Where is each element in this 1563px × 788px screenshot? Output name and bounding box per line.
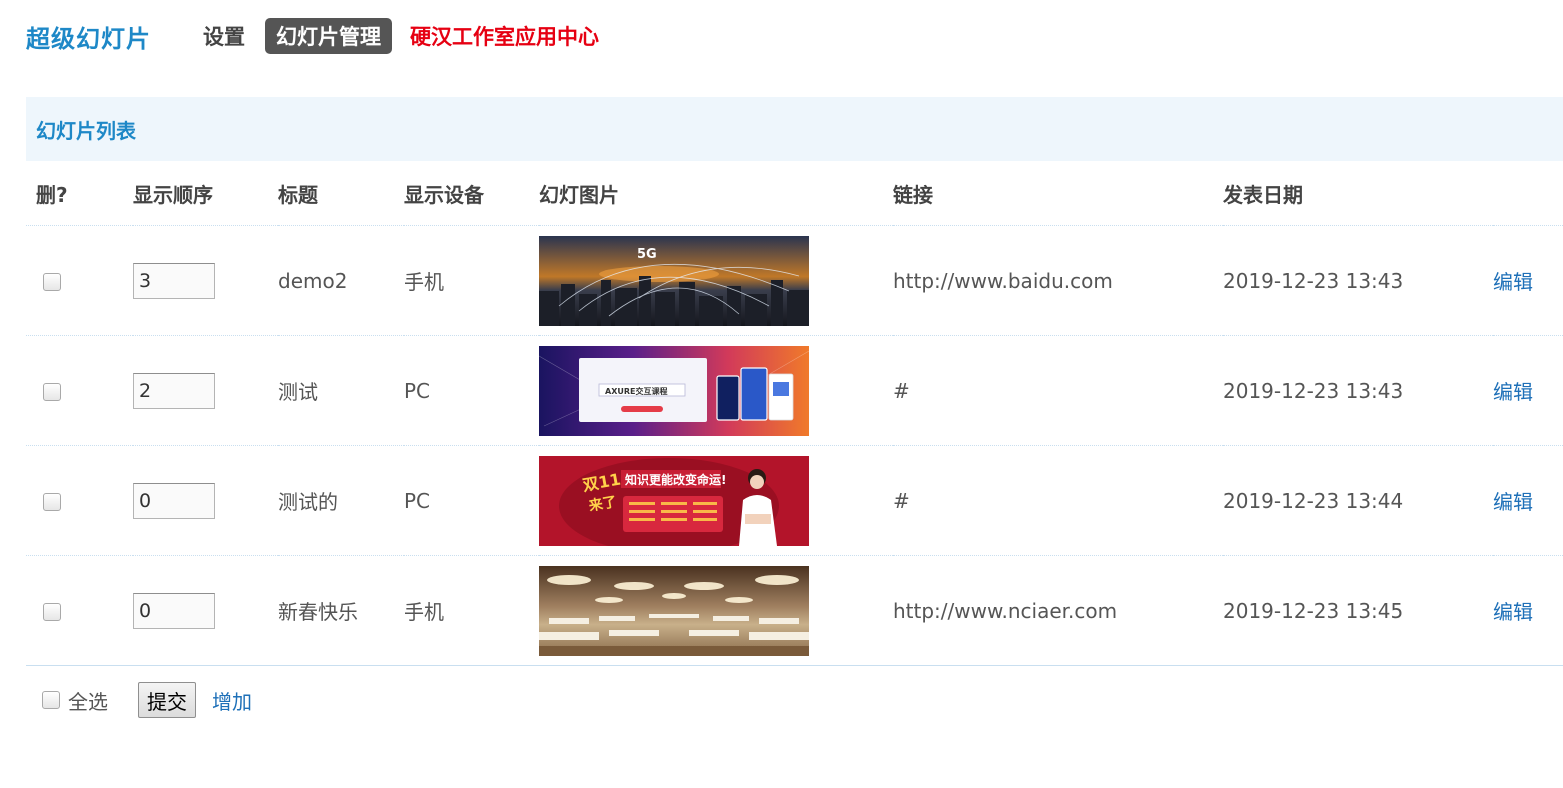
edit-link[interactable]: 编辑 bbox=[1493, 380, 1533, 404]
slide-title: 测试的 bbox=[278, 445, 404, 556]
slide-date: 2019-12-23 13:43 bbox=[1223, 225, 1493, 336]
order-input[interactable] bbox=[133, 592, 215, 629]
panel-header: 幻灯片列表 bbox=[26, 97, 1563, 161]
slide-device: PC bbox=[404, 335, 539, 446]
table-footer: 全选 提交 增加 bbox=[42, 680, 252, 720]
slide-thumbnail-hall[interactable] bbox=[539, 565, 809, 656]
nav-slide-management[interactable]: 幻灯片管理 bbox=[265, 18, 392, 54]
slide-title: demo2 bbox=[278, 225, 404, 336]
table-row: 测试 PC AXURE交互课程 bbox=[26, 335, 1563, 446]
table-row: 测试的 PC 双11 来了 知识更能改变命运! bbox=[26, 445, 1563, 556]
slide-thumbnail-axure[interactable]: AXURE交互课程 bbox=[539, 345, 809, 436]
delete-checkbox[interactable] bbox=[43, 603, 61, 621]
slide-title: 测试 bbox=[278, 335, 404, 446]
table-row: demo2 手机 bbox=[26, 225, 1563, 336]
slide-device: 手机 bbox=[404, 555, 539, 666]
order-input[interactable] bbox=[133, 262, 215, 299]
panel-title: 幻灯片列表 bbox=[36, 119, 136, 143]
select-all-label[interactable]: 全选 bbox=[68, 686, 108, 715]
slide-thumbnail-5g[interactable]: 5G bbox=[539, 235, 809, 326]
col-title: 标题 bbox=[278, 162, 404, 226]
app-title[interactable]: 超级幻灯片 bbox=[26, 19, 151, 54]
order-input[interactable] bbox=[133, 372, 215, 409]
slide-link: http://www.nciaer.com bbox=[893, 555, 1223, 666]
slide-link: # bbox=[893, 445, 1223, 556]
slide-table: 删? 显示顺序 标题 显示设备 幻灯图片 链接 发表日期 demo2 手机 bbox=[26, 162, 1563, 666]
slide-device: PC bbox=[404, 445, 539, 556]
order-input[interactable] bbox=[133, 482, 215, 519]
slide-device: 手机 bbox=[404, 225, 539, 336]
slide-title: 新春快乐 bbox=[278, 555, 404, 666]
svg-text:5G: 5G bbox=[637, 247, 657, 262]
delete-checkbox[interactable] bbox=[43, 493, 61, 511]
slide-link: http://www.baidu.com bbox=[893, 225, 1223, 336]
svg-text:知识更能改变命运!: 知识更能改变命运! bbox=[624, 472, 726, 487]
slide-thumbnail-double11[interactable]: 双11 来了 知识更能改变命运! bbox=[539, 455, 809, 546]
select-all-checkbox[interactable] bbox=[42, 691, 60, 709]
col-link: 链接 bbox=[893, 162, 1223, 226]
top-nav: 超级幻灯片 设置 幻灯片管理 硬汉工作室应用中心 bbox=[26, 18, 599, 54]
nav-settings[interactable]: 设置 bbox=[203, 21, 245, 51]
delete-checkbox[interactable] bbox=[43, 383, 61, 401]
delete-checkbox[interactable] bbox=[43, 273, 61, 291]
edit-link[interactable]: 编辑 bbox=[1493, 270, 1533, 294]
slide-link: # bbox=[893, 335, 1223, 446]
edit-link[interactable]: 编辑 bbox=[1493, 490, 1533, 514]
col-delete: 删? bbox=[26, 162, 133, 226]
col-order: 显示顺序 bbox=[133, 162, 278, 226]
svg-text:AXURE交互课程: AXURE交互课程 bbox=[605, 386, 667, 396]
slide-date: 2019-12-23 13:45 bbox=[1223, 555, 1493, 666]
slide-date: 2019-12-23 13:44 bbox=[1223, 445, 1493, 556]
add-link[interactable]: 增加 bbox=[212, 686, 252, 715]
col-device: 显示设备 bbox=[404, 162, 539, 226]
col-image: 幻灯图片 bbox=[539, 162, 893, 226]
edit-link[interactable]: 编辑 bbox=[1493, 600, 1533, 624]
table-header-row: 删? 显示顺序 标题 显示设备 幻灯图片 链接 发表日期 bbox=[26, 162, 1563, 226]
col-action bbox=[1493, 162, 1563, 226]
col-date: 发表日期 bbox=[1223, 162, 1493, 226]
nav-app-center[interactable]: 硬汉工作室应用中心 bbox=[410, 21, 599, 51]
submit-button[interactable]: 提交 bbox=[138, 682, 196, 718]
slide-date: 2019-12-23 13:43 bbox=[1223, 335, 1493, 446]
table-row: 新春快乐 手机 bbox=[26, 555, 1563, 666]
